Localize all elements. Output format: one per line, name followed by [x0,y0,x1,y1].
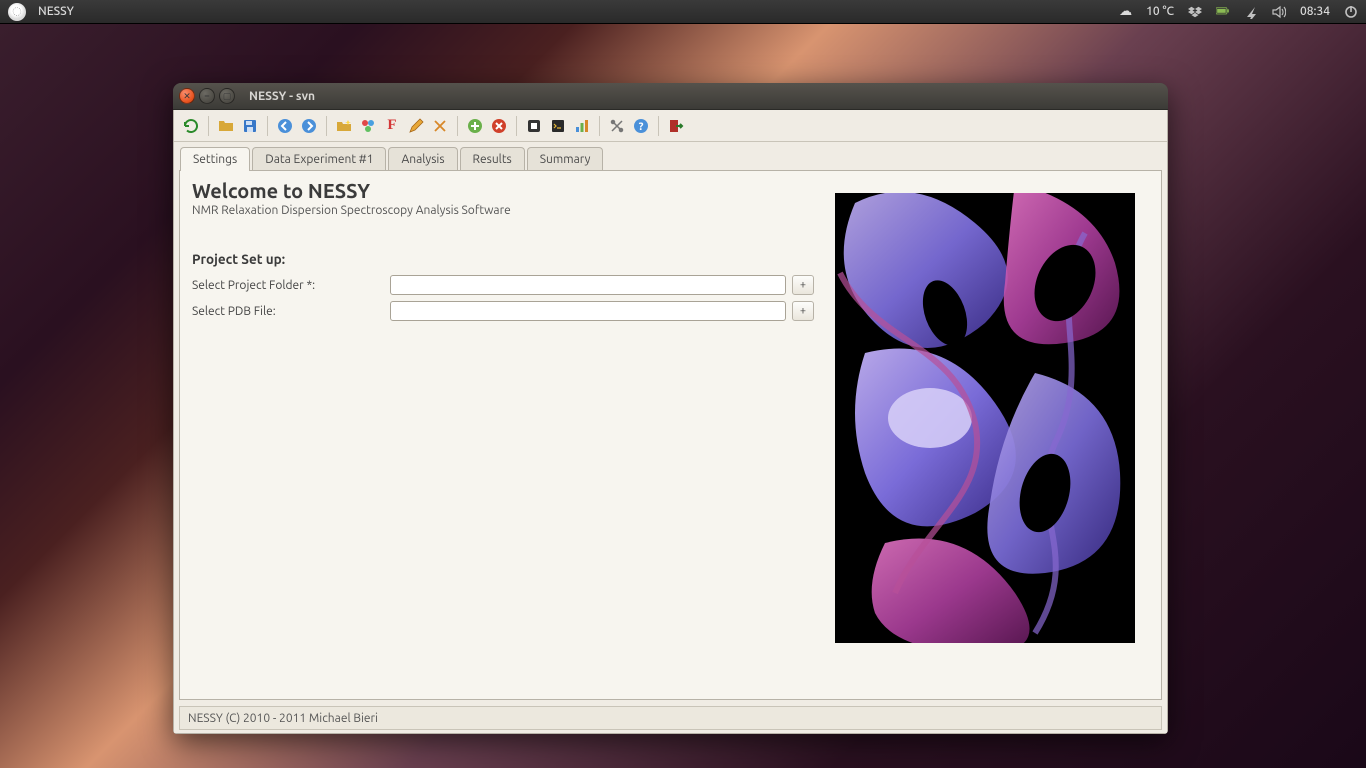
color-picker-icon[interactable] [357,115,379,137]
pdb-file-row: Select PDB File: + [192,301,823,321]
font-icon[interactable]: F [381,115,403,137]
weather-icon[interactable]: ☁ [1119,4,1132,19]
back-icon[interactable] [274,115,296,137]
system-panel: ◌ NESSY ☁ 10 °C 08:34 [0,0,1366,24]
exit-icon[interactable] [665,115,687,137]
ubuntu-logo-icon[interactable]: ◌ [8,3,26,21]
toolbar: F ? [174,110,1167,142]
save-icon[interactable] [239,115,261,137]
pdb-file-browse-button[interactable]: + [792,301,814,321]
clock[interactable]: 08:34 [1300,5,1330,18]
tab-bar: Settings Data Experiment #1 Analysis Res… [174,142,1167,170]
svg-text:?: ? [639,121,644,133]
tab-analysis[interactable]: Analysis [388,147,457,171]
cut-icon[interactable] [429,115,451,137]
temperature-indicator: 10 °C [1146,5,1174,18]
window-title: NESSY - svn [249,90,315,103]
project-folder-input[interactable] [390,275,786,295]
open-icon[interactable] [215,115,237,137]
project-folder-browse-button[interactable]: + [792,275,814,295]
folder-new-icon[interactable] [333,115,355,137]
settings-pane: Welcome to NESSY NMR Relaxation Dispersi… [179,170,1162,700]
tools-icon[interactable] [606,115,628,137]
pdb-file-label: Select PDB File: [192,305,390,318]
stop-icon[interactable] [523,115,545,137]
delete-icon[interactable] [488,115,510,137]
tab-summary[interactable]: Summary [527,147,604,171]
project-folder-row: Select Project Folder *: + [192,275,823,295]
sound-icon[interactable] [1272,5,1286,19]
pdb-file-input[interactable] [390,301,786,321]
status-bar: NESSY (C) 2010 - 2011 Michael Bieri [179,706,1162,730]
status-text: NESSY (C) 2010 - 2011 Michael Bieri [188,712,378,725]
power-icon[interactable] [1344,5,1358,19]
minimize-button[interactable]: – [199,88,215,104]
close-button[interactable]: ✕ [179,88,195,104]
forward-icon[interactable] [298,115,320,137]
welcome-subtitle: NMR Relaxation Dispersion Spectroscopy A… [192,204,823,217]
protein-render-image [835,193,1135,643]
add-icon[interactable] [464,115,486,137]
tab-settings[interactable]: Settings [180,147,250,171]
window-titlebar[interactable]: ✕ – ▢ NESSY - svn [173,83,1168,110]
app-window: ✕ – ▢ NESSY - svn F [173,83,1168,734]
terminal-icon[interactable] [547,115,569,137]
tab-results[interactable]: Results [460,147,525,171]
edit-icon[interactable] [405,115,427,137]
project-folder-label: Select Project Folder *: [192,279,390,292]
tab-data-experiment[interactable]: Data Experiment #1 [252,147,386,171]
battery-icon[interactable] [1216,5,1230,19]
refresh-icon[interactable] [180,115,202,137]
welcome-heading: Welcome to NESSY [192,179,823,202]
maximize-button[interactable]: ▢ [219,88,235,104]
chart-icon[interactable] [571,115,593,137]
dropbox-icon[interactable] [1188,5,1202,19]
network-icon[interactable] [1244,5,1258,19]
project-setup-heading: Project Set up: [192,251,823,267]
panel-app-name[interactable]: NESSY [38,5,74,18]
help-icon[interactable]: ? [630,115,652,137]
